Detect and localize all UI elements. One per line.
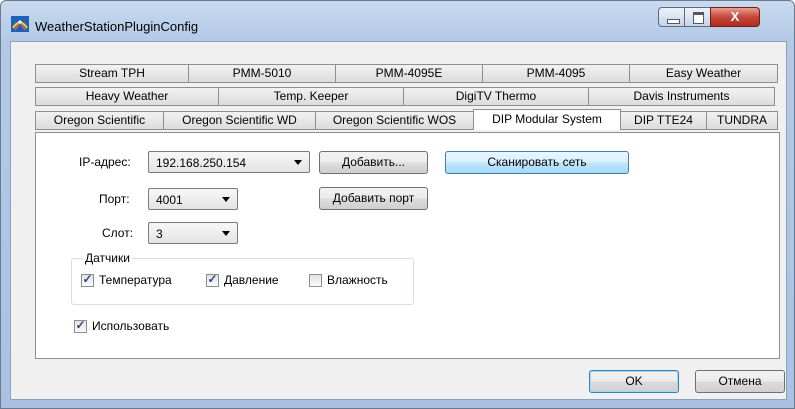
use-label: Использовать — [92, 319, 170, 333]
pressure-label: Давление — [224, 273, 279, 287]
check-icon: ✓ — [82, 272, 93, 286]
sensors-group-title: Датчики — [83, 251, 132, 265]
close-icon: X — [730, 9, 740, 24]
tab-row-3: Oregon Scientific Oregon Scientific WD O… — [35, 109, 778, 130]
ip-address-combo[interactable]: 192.168.250.154 — [148, 151, 310, 173]
tab-dip-modular-system[interactable]: DIP Modular System — [473, 109, 621, 130]
tab-row-1: Stream TPH PMM-5010 PMM-4095E PMM-4095 E… — [35, 64, 778, 83]
cancel-button[interactable]: Отмена — [695, 370, 785, 393]
title-bar[interactable]: WeatherStationPluginConfig X — [1, 1, 794, 41]
port-combo[interactable]: 4001 — [148, 188, 238, 210]
checkbox-box: ✓ — [81, 272, 94, 287]
scan-network-button[interactable]: Сканировать сеть — [445, 151, 629, 174]
ip-address-value: 192.168.250.154 — [156, 156, 247, 170]
window-title: WeatherStationPluginConfig — [35, 19, 199, 34]
minimize-button[interactable] — [658, 7, 685, 27]
tab-davis-instruments[interactable]: Davis Instruments — [588, 87, 775, 106]
ok-button[interactable]: OK — [589, 370, 679, 393]
tab-oregon-scientific-wos[interactable]: Oregon Scientific WOS — [315, 111, 474, 130]
add-port-button[interactable]: Добавить порт — [319, 187, 428, 210]
port-value: 4001 — [156, 193, 183, 207]
slot-combo[interactable]: 3 — [148, 222, 238, 244]
tab-digitv-thermo[interactable]: DigiTV Thermo — [403, 87, 589, 106]
tab-temp-keeper[interactable]: Temp. Keeper — [218, 87, 404, 106]
tab-pmm-5010[interactable]: PMM-5010 — [188, 64, 336, 83]
tab-heavy-weather[interactable]: Heavy Weather — [35, 87, 219, 106]
chevron-down-icon — [222, 197, 230, 202]
humidity-checkbox[interactable]: Влажность — [309, 273, 404, 289]
tab-pmm-4095e[interactable]: PMM-4095E — [335, 64, 483, 83]
temperature-checkbox[interactable]: ✓ Температура — [81, 272, 191, 289]
chevron-down-icon — [222, 231, 230, 236]
checkbox-box: ✓ — [74, 318, 87, 333]
use-checkbox[interactable]: ✓ Использовать — [74, 318, 194, 335]
tab-oregon-scientific-wd[interactable]: Oregon Scientific WD — [163, 111, 316, 130]
tab-pmm-4095[interactable]: PMM-4095 — [482, 64, 630, 83]
check-icon: ✓ — [207, 272, 218, 286]
checkbox-box — [309, 274, 322, 287]
maximize-icon — [693, 12, 704, 24]
port-label: Порт: — [99, 192, 130, 206]
tab-row-2: Heavy Weather Temp. Keeper DigiTV Thermo… — [35, 87, 775, 106]
add-button[interactable]: Добавить... — [319, 151, 428, 174]
ip-label: IP-адрес: — [79, 155, 131, 169]
pressure-checkbox[interactable]: ✓ Давление — [206, 272, 296, 289]
maximize-button[interactable] — [684, 7, 711, 27]
check-icon: ✓ — [75, 318, 86, 332]
tab-oregon-scientific[interactable]: Oregon Scientific — [35, 111, 164, 130]
minimize-icon — [667, 19, 680, 24]
close-button[interactable]: X — [710, 7, 760, 27]
slot-value: 3 — [156, 227, 163, 241]
temperature-label: Температура — [99, 273, 172, 287]
tab-dip-tte24[interactable]: DIP TTE24 — [620, 111, 707, 130]
window: WeatherStationPluginConfig X Stream TPH … — [0, 0, 795, 409]
app-icon — [11, 16, 29, 32]
chevron-down-icon — [294, 160, 302, 165]
tab-easy-weather[interactable]: Easy Weather — [629, 64, 778, 83]
slot-label: Слот: — [102, 226, 134, 240]
tab-tundra[interactable]: TUNDRA — [706, 111, 778, 130]
tab-stream-tph[interactable]: Stream TPH — [35, 64, 189, 83]
humidity-label: Влажность — [327, 273, 388, 287]
checkbox-box: ✓ — [206, 272, 219, 287]
